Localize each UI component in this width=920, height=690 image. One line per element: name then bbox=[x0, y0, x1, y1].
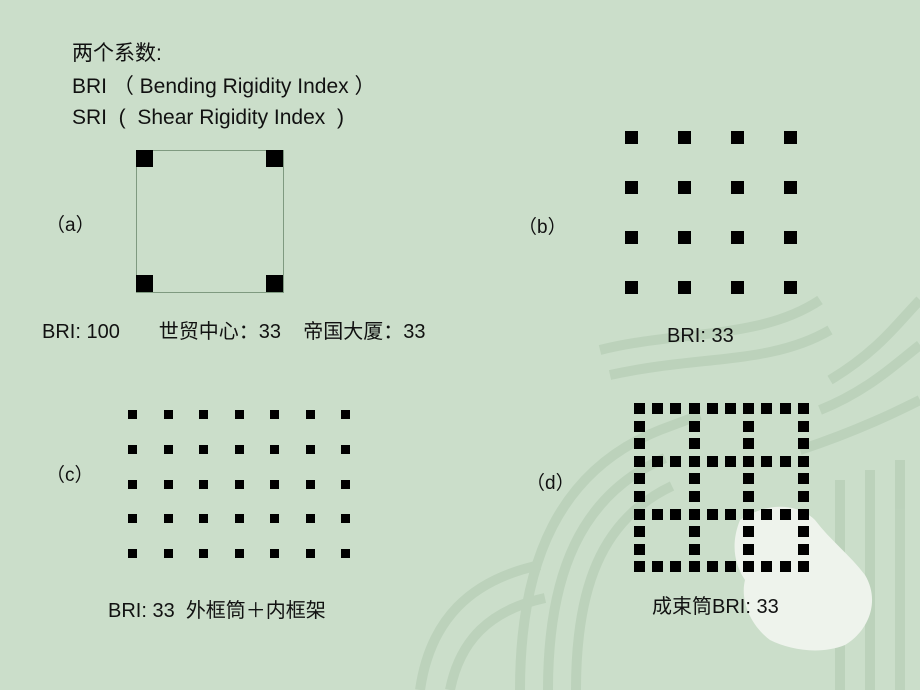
column-d-r1-c9 bbox=[798, 421, 809, 432]
column-d-r9-c6 bbox=[743, 561, 754, 572]
column-d-r9-c2 bbox=[670, 561, 681, 572]
column-d-r3-c1 bbox=[652, 456, 663, 467]
column-d-r6-c6 bbox=[743, 509, 754, 520]
column-d-r1-c0 bbox=[634, 421, 645, 432]
column-d-r1-c6 bbox=[743, 421, 754, 432]
column-d-r8-c0 bbox=[634, 544, 645, 555]
column-d-r6-c3 bbox=[689, 509, 700, 520]
column-d-r0-c1 bbox=[652, 403, 663, 414]
column-d-r9-c8 bbox=[780, 561, 791, 572]
column-d-r2-c0 bbox=[634, 438, 645, 449]
column-d-r0-c4 bbox=[707, 403, 718, 414]
column-d-r7-c9 bbox=[798, 526, 809, 537]
column-d-r0-c2 bbox=[670, 403, 681, 414]
column-d-r5-c6 bbox=[743, 491, 754, 502]
column-d-r7-c3 bbox=[689, 526, 700, 537]
column-d-r4-c0 bbox=[634, 473, 645, 484]
column-d-r3-c3 bbox=[689, 456, 700, 467]
column-d-r7-c6 bbox=[743, 526, 754, 537]
column-d-r6-c0 bbox=[634, 509, 645, 520]
column-d-r4-c6 bbox=[743, 473, 754, 484]
column-d-r0-c8 bbox=[780, 403, 791, 414]
column-d-r3-c4 bbox=[707, 456, 718, 467]
column-d-r8-c3 bbox=[689, 544, 700, 555]
column-d-r9-c5 bbox=[725, 561, 736, 572]
column-d-r1-c3 bbox=[689, 421, 700, 432]
column-d-r9-c3 bbox=[689, 561, 700, 572]
column-d-r0-c5 bbox=[725, 403, 736, 414]
column-d-r3-c7 bbox=[761, 456, 772, 467]
column-d-r0-c6 bbox=[743, 403, 754, 414]
column-d-r9-c7 bbox=[761, 561, 772, 572]
column-d-r3-c6 bbox=[743, 456, 754, 467]
column-d-r6-c5 bbox=[725, 509, 736, 520]
column-d-r6-c9 bbox=[798, 509, 809, 520]
column-d-r2-c6 bbox=[743, 438, 754, 449]
column-d-r5-c3 bbox=[689, 491, 700, 502]
column-d-r5-c0 bbox=[634, 491, 645, 502]
column-d-r3-c9 bbox=[798, 456, 809, 467]
column-d-r0-c3 bbox=[689, 403, 700, 414]
column-d-r2-c9 bbox=[798, 438, 809, 449]
column-d-r2-c3 bbox=[689, 438, 700, 449]
column-d-r9-c4 bbox=[707, 561, 718, 572]
panel-d-caption: 成束筒BRI: 33 bbox=[652, 596, 779, 618]
column-d-r8-c6 bbox=[743, 544, 754, 555]
column-d-r9-c0 bbox=[634, 561, 645, 572]
column-d-r4-c3 bbox=[689, 473, 700, 484]
column-d-r6-c7 bbox=[761, 509, 772, 520]
column-d-r9-c9 bbox=[798, 561, 809, 572]
column-d-r6-c2 bbox=[670, 509, 681, 520]
column-d-r4-c9 bbox=[798, 473, 809, 484]
column-d-r7-c0 bbox=[634, 526, 645, 537]
column-d-r3-c0 bbox=[634, 456, 645, 467]
column-d-r0-c9 bbox=[798, 403, 809, 414]
column-d-r6-c8 bbox=[780, 509, 791, 520]
column-d-r3-c8 bbox=[780, 456, 791, 467]
column-d-r3-c2 bbox=[670, 456, 681, 467]
column-d-r6-c1 bbox=[652, 509, 663, 520]
column-d-r8-c9 bbox=[798, 544, 809, 555]
column-d-r0-c7 bbox=[761, 403, 772, 414]
column-d-r0-c0 bbox=[634, 403, 645, 414]
column-d-r3-c5 bbox=[725, 456, 736, 467]
panel-d-columns bbox=[634, 403, 809, 572]
column-d-r6-c4 bbox=[707, 509, 718, 520]
column-d-r5-c9 bbox=[798, 491, 809, 502]
column-d-r9-c1 bbox=[652, 561, 663, 572]
